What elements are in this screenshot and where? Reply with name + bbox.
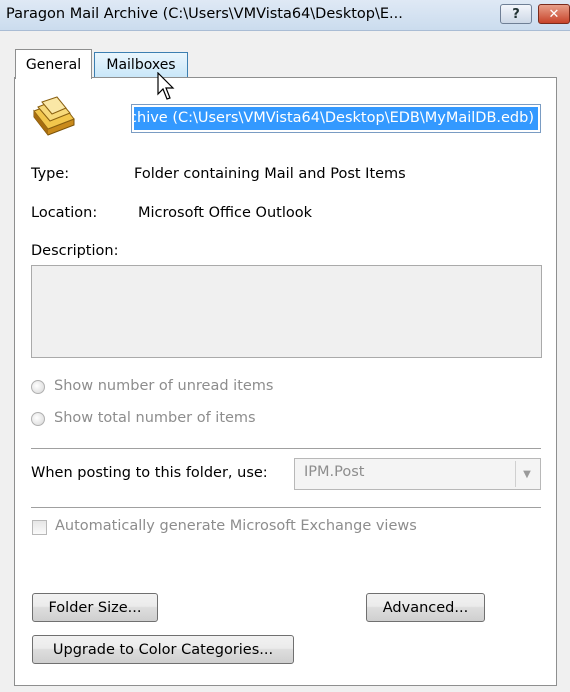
auto-views-label: Automatically generate Microsoft Exchang… bbox=[55, 518, 417, 534]
mouse-cursor-icon bbox=[157, 72, 175, 100]
show-unread-radio[interactable] bbox=[31, 380, 45, 394]
divider bbox=[31, 448, 541, 450]
type-value: Folder containing Mail and Post Items bbox=[134, 166, 406, 182]
show-unread-label: Show number of unread items bbox=[54, 378, 274, 394]
advanced-button[interactable]: Advanced... bbox=[366, 593, 485, 622]
close-icon: ✕ bbox=[548, 6, 560, 22]
close-button[interactable]: ✕ bbox=[538, 4, 570, 24]
posting-form-select[interactable]: IPM.Post ▼ bbox=[294, 458, 541, 490]
upgrade-color-categories-button[interactable]: Upgrade to Color Categories... bbox=[32, 635, 294, 664]
location-label: Location: bbox=[31, 205, 98, 221]
folder-stack-icon bbox=[33, 96, 75, 136]
location-value: Microsoft Office Outlook bbox=[138, 205, 312, 221]
folder-name-field[interactable]: Paragon Mail Archive (C:\Users\VMVista64… bbox=[131, 104, 541, 133]
description-label: Description: bbox=[31, 243, 119, 259]
folder-size-button-label: Folder Size... bbox=[48, 599, 142, 616]
tab-general-label: General bbox=[25, 56, 82, 73]
description-box[interactable] bbox=[31, 265, 542, 358]
folder-name-text: Paragon Mail Archive (C:\Users\VMVista64… bbox=[134, 110, 534, 126]
advanced-button-label: Advanced... bbox=[382, 599, 469, 616]
posting-form-value: IPM.Post bbox=[304, 464, 365, 480]
divider bbox=[31, 507, 541, 509]
help-icon: ? bbox=[512, 6, 520, 22]
show-total-label: Show total number of items bbox=[54, 410, 256, 426]
upgrade-button-label: Upgrade to Color Categories... bbox=[52, 641, 274, 658]
window-title: Paragon Mail Archive (C:\Users\VMVista64… bbox=[6, 6, 403, 22]
help-button[interactable]: ? bbox=[500, 4, 532, 24]
tab-mailboxes-label: Mailboxes bbox=[106, 57, 176, 73]
type-label: Type: bbox=[31, 166, 70, 182]
chevron-down-icon[interactable]: ▼ bbox=[515, 461, 538, 487]
posting-label: When posting to this folder, use: bbox=[31, 465, 268, 481]
auto-views-checkbox[interactable] bbox=[32, 520, 47, 535]
show-total-radio[interactable] bbox=[31, 412, 45, 426]
folder-size-button[interactable]: Folder Size... bbox=[32, 593, 158, 622]
tab-general[interactable]: General bbox=[15, 49, 92, 79]
title-bar: Paragon Mail Archive (C:\Users\VMVista64… bbox=[0, 0, 570, 31]
